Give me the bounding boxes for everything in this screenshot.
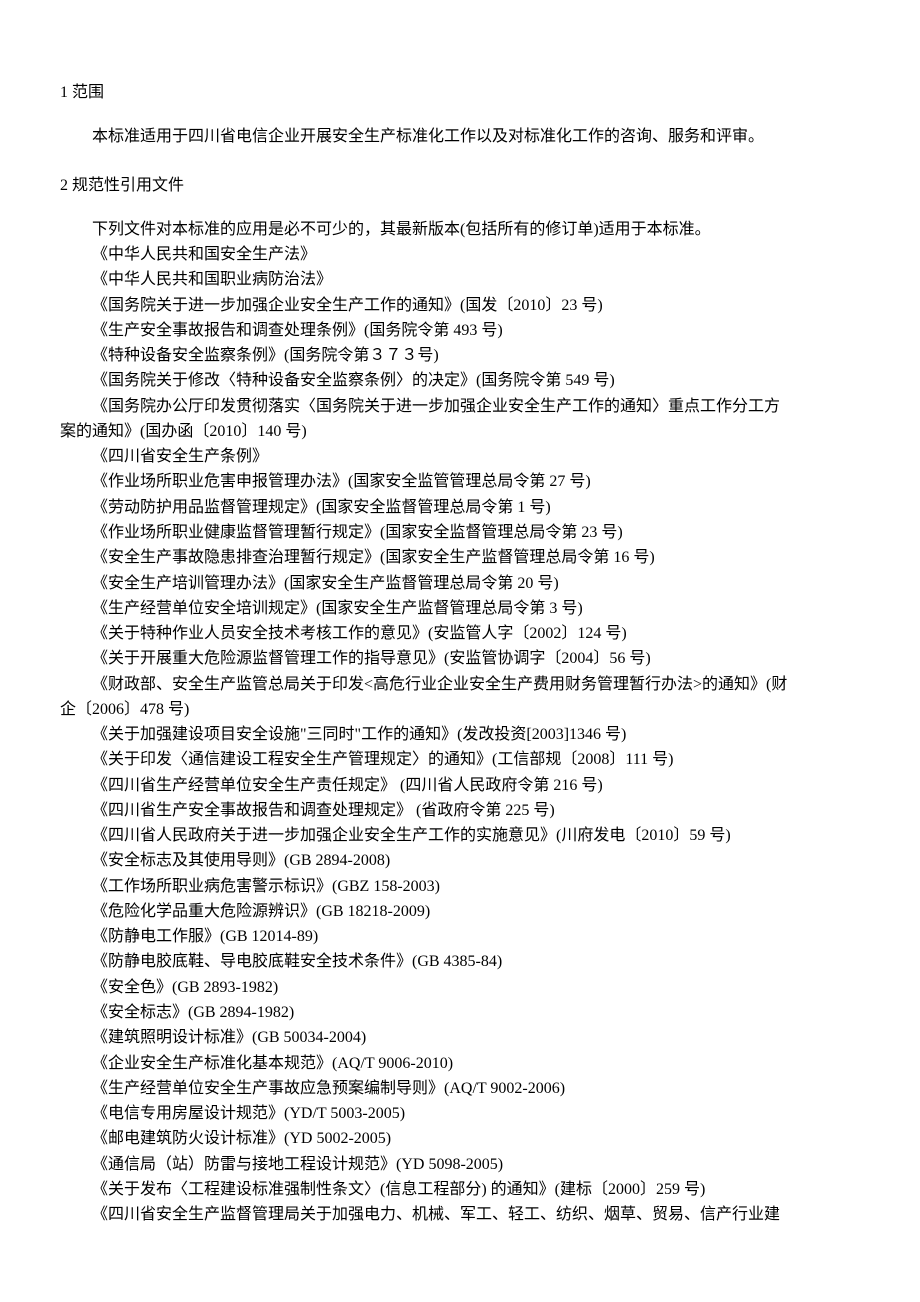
reference-line: 《四川省生产经营单位安全生产责任规定》 (四川省人民政府令第 216 号) [60,773,860,798]
reference-line: 《关于加强建设项目安全设施"三同时"工作的通知》(发改投资[2003]1346 … [60,722,860,747]
reference-line: 《建筑照明设计标准》(GB 50034-2004) [60,1025,860,1050]
reference-line: 《通信局（站）防雷与接地工程设计规范》(YD 5098-2005) [60,1152,860,1177]
reference-line: 《关于特种作业人员安全技术考核工作的意见》(安监管人字〔2002〕124 号) [60,621,860,646]
reference-line: 《国务院关于修改〈特种设备安全监察条例〉的决定》(国务院令第 549 号) [60,368,860,393]
reference-line: 《安全色》(GB 2893-1982) [60,975,860,1000]
reference-line: 《企业安全生产标准化基本规范》(AQ/T 9006-2010) [60,1051,860,1076]
reference-line: 《工作场所职业病危害警示标识》(GBZ 158-2003) [60,874,860,899]
reference-line: 《劳动防护用品监督管理规定》(国家安全监督管理总局令第 1 号) [60,495,860,520]
section-2-intro: 下列文件对本标准的应用是必不可少的，其最新版本(包括所有的修订单)适用于本标准。 [60,217,860,242]
reference-line: 《危险化学品重大危险源辨识》(GB 18218-2009) [60,899,860,924]
reference-list-2: 《四川省安全生产条例》《作业场所职业危害申报管理办法》(国家安全监管管理总局令第… [60,444,860,671]
reference-line: 《防静电胶底鞋、导电胶底鞋安全技术条件》(GB 4385-84) [60,949,860,974]
reference-line: 《财政部、安全生产监管总局关于印发<高危行业企业安全生产费用财务管理暂行办法>的… [60,672,860,697]
section-2-heading: 2 规范性引用文件 [60,173,860,199]
reference-line: 《生产经营单位安全生产事故应急预案编制导则》(AQ/T 9002-2006) [60,1076,860,1101]
reference-line-continuation: 案的通知》(国办函〔2010〕140 号) [60,419,860,444]
reference-line: 《安全标志》(GB 2894-1982) [60,1000,860,1025]
reference-line: 《邮电建筑防火设计标准》(YD 5002-2005) [60,1126,860,1151]
reference-line: 《安全标志及其使用导则》(GB 2894-2008) [60,848,860,873]
reference-line: 《国务院关于进一步加强企业安全生产工作的通知》(国发〔2010〕23 号) [60,293,860,318]
reference-line: 《中华人民共和国职业病防治法》 [60,267,860,292]
reference-line: 《四川省安全生产监督管理局关于加强电力、机械、军工、轻工、纺织、烟草、贸易、信产… [60,1202,860,1227]
reference-line: 《关于印发〈通信建设工程安全生产管理规定〉的通知》(工信部规〔2008〕111 … [60,747,860,772]
reference-line: 《电信专用房屋设计规范》(YD/T 5003-2005) [60,1101,860,1126]
reference-list-1: 《中华人民共和国安全生产法》《中华人民共和国职业病防治法》《国务院关于进一步加强… [60,242,860,394]
section-1-heading: 1 范围 [60,80,860,106]
reference-line: 《安全生产培训管理办法》(国家安全生产监督管理总局令第 20 号) [60,571,860,596]
reference-line: 《四川省人民政府关于进一步加强企业安全生产工作的实施意见》(川府发电〔2010〕… [60,823,860,848]
reference-line: 《防静电工作服》(GB 12014-89) [60,924,860,949]
reference-line: 《关于发布〈工程建设标准强制性条文〉(信息工程部分) 的通知》(建标〔2000〕… [60,1177,860,1202]
reference-line: 《四川省生产安全事故报告和调查处理规定》 (省政府令第 225 号) [60,798,860,823]
reference-line: 《生产经营单位安全培训规定》(国家安全生产监督管理总局令第 3 号) [60,596,860,621]
reference-line: 《生产安全事故报告和调查处理条例》(国务院令第 493 号) [60,318,860,343]
reference-line: 《中华人民共和国安全生产法》 [60,242,860,267]
reference-line: 《安全生产事故隐患排查治理暂行规定》(国家安全生产监督管理总局令第 16 号) [60,545,860,570]
reference-line: 《关于开展重大危险源监督管理工作的指导意见》(安监管协调字〔2004〕56 号) [60,646,860,671]
reference-list-3: 《关于加强建设项目安全设施"三同时"工作的通知》(发改投资[2003]1346 … [60,722,860,1227]
reference-line: 《作业场所职业健康监督管理暂行规定》(国家安全监督管理总局令第 23 号) [60,520,860,545]
section-1-body: 本标准适用于四川省电信企业开展安全生产标准化工作以及对标准化工作的咨询、服务和评… [60,124,860,150]
document-page: 1 范围 本标准适用于四川省电信企业开展安全生产标准化工作以及对标准化工作的咨询… [0,0,920,1302]
reference-line: 《作业场所职业危害申报管理办法》(国家安全监管管理总局令第 27 号) [60,469,860,494]
reference-line: 《特种设备安全监察条例》(国务院令第３７３号) [60,343,860,368]
reference-line: 《国务院办公厅印发贯彻落实〈国务院关于进一步加强企业安全生产工作的通知〉重点工作… [60,394,860,419]
reference-line-continuation: 企〔2006〕478 号) [60,697,860,722]
reference-line: 《四川省安全生产条例》 [60,444,860,469]
